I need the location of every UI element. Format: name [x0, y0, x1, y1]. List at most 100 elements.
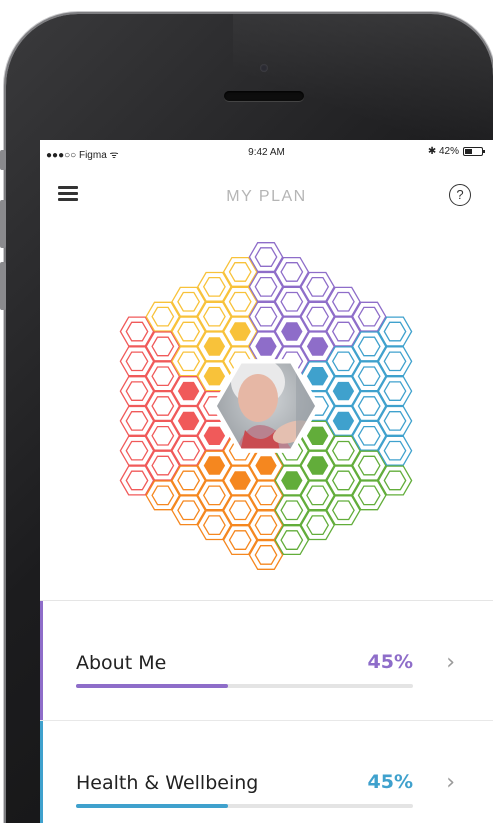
volume-down-button	[0, 262, 6, 310]
hex-cell-inner-blue	[332, 381, 355, 401]
progress-track	[76, 804, 413, 808]
hex-cell-inner-yellow	[228, 291, 252, 312]
hex-cell-inner-red	[151, 366, 175, 387]
hex-cell-inner-orange	[177, 500, 201, 521]
hex-cell-inner-red	[125, 440, 149, 461]
plan-item-health-wellbeing[interactable]: Health & Wellbeing 45% ›	[40, 721, 493, 823]
hex-cell-inner-purple	[306, 337, 329, 356]
hex-cell-inner-red	[151, 455, 175, 476]
hex-cell-inner-blue	[357, 336, 381, 357]
hex-cell-inner-blue	[332, 411, 355, 431]
hex-cell-inner-orange	[254, 485, 278, 506]
hex-cell-inner-red	[203, 426, 226, 445]
battery-text: ✱ 42%	[427, 146, 459, 157]
hex-cell-inner-yellow	[177, 291, 201, 312]
hex-cell-inner-green	[280, 530, 304, 550]
hex-cell-inner-red	[151, 336, 175, 357]
hex-cell-inner-yellow	[177, 351, 201, 372]
hex-cell-inner-blue	[357, 425, 381, 446]
hex-cell-inner-yellow	[228, 262, 252, 282]
hex-cell-inner-red	[151, 425, 175, 446]
progress-track	[76, 684, 413, 688]
hex-cell-inner-purple	[357, 306, 381, 327]
chevron-right-icon: ›	[446, 650, 455, 675]
hex-cell-inner-orange	[177, 470, 201, 491]
hex-cell-inner-purple	[331, 291, 355, 312]
hex-cell-inner-red	[125, 321, 149, 342]
plan-item-percent: 45%	[367, 651, 413, 673]
plan-item-label: Health & Wellbeing	[76, 772, 259, 794]
hex-cell-inner-orange	[229, 471, 251, 490]
hex-cell-inner-purple	[331, 321, 355, 342]
hex-cell-inner-yellow	[151, 306, 175, 327]
hex-cell-inner-orange	[254, 515, 278, 536]
status-time: 9:42 AM	[248, 147, 285, 158]
earpiece-speaker	[224, 91, 304, 101]
hex-cell-inner-purple	[280, 262, 304, 282]
hex-cell-inner-yellow	[229, 322, 251, 341]
hex-cell-inner-blue	[383, 440, 407, 461]
hex-cell-inner-orange	[228, 500, 252, 521]
hex-cell-inner-purple	[306, 276, 330, 297]
hex-wheel-graphic	[119, 242, 413, 570]
hex-cell-inner-green	[281, 471, 303, 490]
silent-switch	[0, 150, 6, 170]
hex-cell-inner-purple	[280, 291, 304, 312]
hex-cell-inner-green	[306, 485, 330, 506]
nav-bar: MY PLAN ?	[40, 170, 493, 220]
hex-cell-inner-green	[306, 426, 329, 445]
hex-cell-inner-purple	[254, 276, 278, 297]
hex-cell-inner-red	[125, 351, 149, 372]
hex-cell-inner-blue	[357, 396, 381, 416]
hex-cell-inner-yellow	[202, 276, 226, 297]
hex-cell-inner-green	[306, 456, 329, 475]
plan-hex-wheel	[40, 220, 493, 600]
progress-bar	[76, 804, 228, 808]
hex-cell-inner-blue	[383, 351, 407, 372]
plan-item-label: About Me	[76, 652, 167, 674]
hex-cell-inner-yellow	[177, 321, 201, 342]
hex-cell-inner-yellow	[202, 306, 226, 327]
hex-cell-inner-blue	[331, 351, 355, 372]
hex-cell-inner-green	[331, 500, 355, 521]
status-bar: ●●●○○ Figma ᯤ 9:42 AM ✱ 42%	[40, 140, 493, 162]
hex-cell-inner-purple	[281, 322, 303, 341]
hex-cell-inner-green	[331, 470, 355, 491]
hex-cell-inner-yellow	[203, 337, 226, 356]
hex-cell-inner-green	[280, 500, 304, 521]
item-accent	[40, 721, 43, 823]
plan-item-about-me[interactable]: About Me 45% ›	[40, 601, 493, 721]
item-accent	[40, 601, 43, 721]
hex-cell-inner-green	[357, 455, 381, 476]
hex-cell-inner-yellow	[203, 367, 226, 386]
page-title: MY PLAN	[226, 188, 307, 205]
battery-icon	[463, 147, 485, 156]
front-camera	[260, 64, 268, 72]
hex-cell-inner-blue	[357, 366, 381, 387]
plan-item-percent: 45%	[367, 771, 413, 793]
phone-screen: ●●●○○ Figma ᯤ 9:42 AM ✱ 42% MY PLAN ? Ab…	[40, 140, 493, 823]
hex-cell-inner-purple	[254, 306, 278, 327]
hex-cell-inner-orange	[202, 515, 226, 536]
hex-cell-inner-blue	[306, 367, 329, 386]
hex-cell-inner-purple	[254, 247, 278, 267]
hex-cell-inner-orange	[254, 545, 278, 565]
volume-up-button	[0, 200, 6, 248]
hex-cell-inner-red	[177, 440, 201, 461]
hex-cell-inner-red	[177, 381, 200, 401]
hex-cell-inner-green	[357, 485, 381, 506]
hex-cell-inner-orange	[151, 485, 175, 506]
hex-cell-inner-orange	[228, 530, 252, 550]
battery-status: ✱ 42%	[427, 146, 485, 157]
help-icon[interactable]: ?	[449, 184, 471, 206]
hex-cell-inner-red	[125, 470, 149, 491]
hex-cell-inner-green	[383, 470, 407, 491]
hex-cell-inner-red	[177, 411, 200, 431]
hex-cell-inner-red	[125, 381, 149, 401]
hex-cell-inner-orange	[202, 485, 226, 506]
chevron-right-icon: ›	[446, 770, 455, 795]
hex-cell-inner-blue	[383, 411, 407, 431]
hex-cell-inner-purple	[306, 306, 330, 327]
hex-cell-inner-red	[151, 396, 175, 416]
hex-cell-inner-green	[306, 515, 330, 536]
